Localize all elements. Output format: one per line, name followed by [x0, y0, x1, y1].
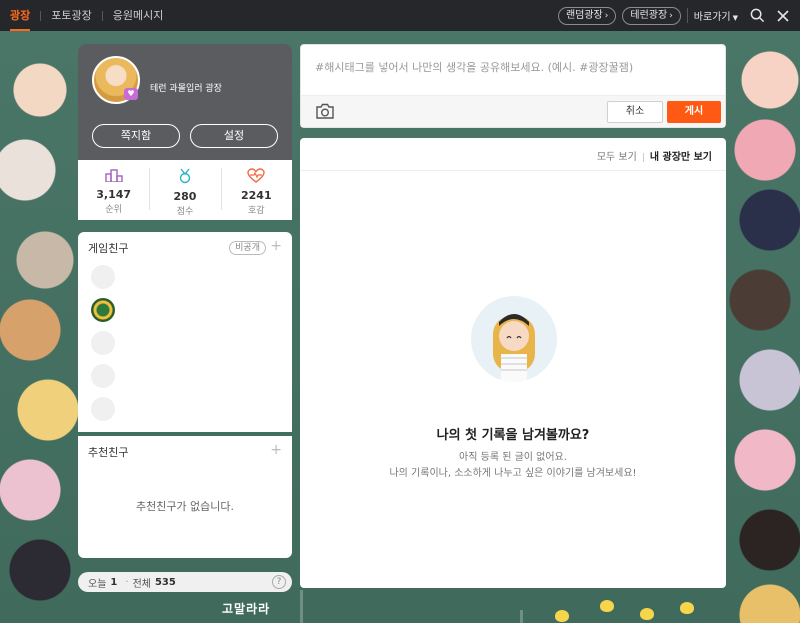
stat-label: 순위 — [105, 205, 122, 215]
chick-decoration — [600, 600, 614, 612]
tab-cheer-message[interactable]: 응원메시지 — [103, 0, 174, 31]
chick-decoration — [640, 608, 654, 620]
profile-panel: ♥ 테런 과몰입러 광장 쪽지함 설정 3,147 순위 280 점수 2241… — [78, 44, 292, 558]
game-friends-section: 게임친구 비공개 + — [78, 232, 292, 432]
friend-avatar[interactable] — [91, 397, 115, 421]
chick-decoration — [555, 610, 569, 622]
goto-label: 바로가기 — [693, 12, 731, 23]
terun-plaza-button[interactable]: 테런광장 › — [622, 6, 681, 25]
medal-icon — [179, 168, 191, 184]
compose-box: #해시태그를 넣어서 나만의 생각을 공유해보세요. (예시. #광장꿀잼) 취… — [300, 44, 726, 128]
empty-line-1: 아직 등록 된 글이 없어요. — [459, 452, 567, 463]
stats-row: 3,147 순위 280 점수 2241 호감 — [78, 160, 292, 220]
stat-label: 호감 — [248, 206, 265, 216]
recommended-friends-section: 추천친구 + 추천친구가 없습니다. — [78, 436, 292, 558]
help-icon[interactable]: ? — [272, 575, 286, 589]
footer-logo: 고말라라 — [222, 602, 271, 616]
search-button[interactable] — [744, 3, 770, 29]
tab-photo-plaza[interactable]: 포토광장 — [41, 0, 101, 31]
post-button[interactable]: 게시 — [667, 101, 721, 123]
field-line — [520, 610, 523, 623]
stat-value: 2241 — [241, 189, 272, 202]
filter-divider — [642, 152, 644, 162]
empty-character-illustration — [471, 296, 557, 382]
friend-avatar[interactable] — [91, 298, 115, 322]
message-box-button[interactable]: 쪽지함 — [92, 124, 180, 148]
add-recommend-button[interactable]: + — [270, 442, 282, 458]
goto-dropdown[interactable]: 바로가기 ▼ — [686, 8, 744, 23]
close-icon — [777, 9, 789, 22]
empty-description: 아직 등록 된 글이 없어요. 나의 기록이나, 소소하게 나누고 싶은 이야기… — [300, 450, 726, 482]
chevron-right-icon: › — [669, 10, 673, 21]
counter-dot: · — [125, 576, 129, 588]
chick-decoration — [680, 602, 694, 614]
close-button[interactable] — [770, 3, 796, 29]
profile-name: 테런 과몰입러 광장 — [150, 84, 222, 94]
podium-icon — [104, 169, 123, 183]
stat-score: 280 점수 — [149, 160, 220, 220]
field-line — [300, 590, 303, 623]
stat-value: 3,147 — [96, 188, 132, 201]
empty-line-2: 나의 기록이나, 소소하게 나누고 싶은 이야기를 남겨보세요! — [389, 468, 637, 479]
compose-input[interactable]: #해시태그를 넣어서 나만의 생각을 공유해보세요. (예시. #광장꿀잼) — [315, 59, 633, 75]
stat-label: 점수 — [176, 207, 194, 217]
random-plaza-button[interactable]: 랜덤광장 › — [557, 6, 617, 25]
feed-panel: 모두 보기 내 광장만 보기 나의 첫 기록을 남겨볼까요? 아직 등록 된 글이… — [300, 138, 726, 588]
friend-avatar[interactable] — [91, 364, 115, 388]
total-value: 535 — [154, 576, 176, 588]
character-icon — [493, 314, 535, 382]
tab-plaza[interactable]: 광장 — [0, 0, 40, 31]
caret-down-icon: ▼ — [732, 14, 738, 22]
profile-card: ♥ 테런 과몰입러 광장 쪽지함 설정 — [78, 44, 292, 160]
empty-message: 추천친구가 없습니다. — [135, 500, 235, 513]
stat-likes: 2241 호감 — [220, 160, 292, 220]
stat-value: 280 — [173, 190, 197, 203]
empty-title: 나의 첫 기록을 남겨볼까요? — [436, 428, 590, 443]
total-label: 전체 — [132, 578, 151, 590]
private-toggle[interactable]: 비공개 — [229, 241, 266, 255]
today-label: 오늘 — [88, 578, 107, 590]
top-navigation-bar: 광장 포토광장 응원메시지 랜덤광장 › 테런광장 › 바로가기 ▼ — [0, 0, 800, 31]
filter-all[interactable]: 모두 보기 — [597, 152, 637, 163]
camera-button[interactable] — [315, 102, 335, 123]
search-icon — [750, 8, 764, 23]
terun-plaza-label: 테런광장 — [630, 9, 668, 21]
cancel-button[interactable]: 취소 — [607, 101, 663, 123]
heart-pulse-icon — [247, 168, 266, 183]
random-plaza-label: 랜덤광장 — [565, 9, 603, 21]
visitor-counter: 오늘 1 · 전체 535 ? — [78, 572, 292, 592]
friend-avatar[interactable] — [91, 265, 115, 289]
divider — [300, 170, 726, 171]
compose-footer: 취소 게시 — [301, 95, 725, 127]
filter-mine[interactable]: 내 광장만 보기 — [650, 152, 712, 163]
stat-rank: 3,147 순위 — [78, 160, 149, 220]
today-value: 1 — [110, 576, 118, 588]
badge-icon: ♥ — [124, 88, 138, 100]
friend-avatar[interactable] — [91, 331, 115, 355]
settings-button[interactable]: 설정 — [190, 124, 278, 148]
section-title: 추천친구 — [88, 446, 129, 459]
top-right-controls: 랜덤광장 › 테런광장 › 바로가기 ▼ — [557, 0, 800, 31]
add-friend-button[interactable]: + — [270, 238, 282, 254]
camera-icon — [316, 103, 334, 119]
chevron-right-icon: › — [604, 10, 609, 21]
feed-filter: 모두 보기 내 광장만 보기 — [597, 148, 712, 163]
